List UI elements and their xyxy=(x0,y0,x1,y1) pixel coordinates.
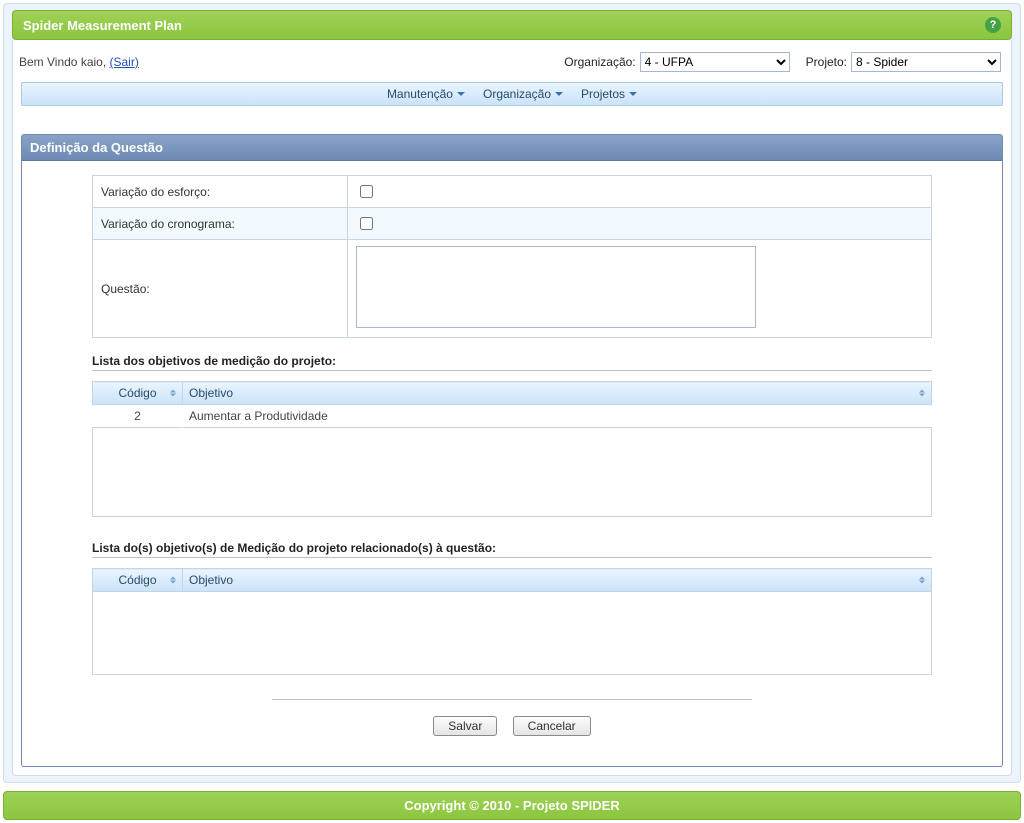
org-label: Organização: xyxy=(564,55,635,69)
divider xyxy=(272,699,752,700)
question-panel: Definição da Questão Variação do esforço… xyxy=(21,134,1003,767)
list1-body-pad xyxy=(92,427,932,517)
topline: Bem Vindo kaio, (Sair) Organização: 4 - … xyxy=(13,40,1011,82)
questao-textarea[interactable] xyxy=(356,246,756,328)
welcome-text: Bem Vindo kaio, (Sair) xyxy=(19,55,139,69)
divider xyxy=(92,557,932,558)
cronograma-checkbox[interactable] xyxy=(360,217,373,230)
list2-title: Lista do(s) objetivo(s) de Medição do pr… xyxy=(92,541,932,555)
sort-icon xyxy=(919,390,925,397)
col-codigo[interactable]: Código xyxy=(93,569,183,592)
proj-label: Projeto: xyxy=(806,55,847,69)
menu-manutencao[interactable]: Manutenção xyxy=(387,87,465,101)
menu-label: Projetos xyxy=(581,87,625,101)
menu-projetos[interactable]: Projetos xyxy=(581,87,637,101)
proj-select[interactable]: 8 - Spider xyxy=(851,52,1001,72)
cell-objetivo: Aumentar a Produtividade xyxy=(183,405,932,428)
list1-title: Lista dos objetivos de medição do projet… xyxy=(92,354,932,368)
menu-bar: Manutenção Organização Projetos xyxy=(21,82,1003,106)
chevron-down-icon xyxy=(629,92,637,96)
sort-icon xyxy=(919,577,925,584)
list2-table: Código Objetivo xyxy=(92,568,932,592)
chevron-down-icon xyxy=(457,92,465,96)
table-row[interactable]: 2 Aumentar a Produtividade xyxy=(93,405,932,428)
form-table: Variação do esforço: Variação do cronogr… xyxy=(92,175,932,338)
footer: Copyright © 2010 - Projeto SPIDER xyxy=(3,791,1021,820)
cancel-button[interactable]: Cancelar xyxy=(513,716,591,736)
sort-icon xyxy=(170,577,176,584)
divider xyxy=(92,370,932,371)
logout-link[interactable]: (Sair) xyxy=(110,55,139,69)
app-frame: Spider Measurement Plan ? Bem Vindo kaio… xyxy=(3,3,1021,783)
cell-codigo: 2 xyxy=(93,405,183,428)
app-title: Spider Measurement Plan xyxy=(23,18,182,33)
app-header: Spider Measurement Plan ? xyxy=(12,10,1012,40)
form-row2-label: Variação do cronograma: xyxy=(93,208,348,240)
content-area: Bem Vindo kaio, (Sair) Organização: 4 - … xyxy=(12,40,1012,776)
form-row1-label: Variação do esforço: xyxy=(93,176,348,208)
list2-body-pad xyxy=(92,591,932,675)
col-objetivo[interactable]: Objetivo xyxy=(183,569,932,592)
menu-label: Organização xyxy=(483,87,551,101)
panel-title: Definição da Questão xyxy=(22,135,1002,161)
form-row3-label: Questão: xyxy=(93,240,348,338)
list1-table: Código Objetivo 2 Aumentar a xyxy=(92,381,932,428)
esforco-checkbox[interactable] xyxy=(360,185,373,198)
org-select[interactable]: 4 - UFPA xyxy=(640,52,790,72)
sort-icon xyxy=(170,390,176,397)
help-icon[interactable]: ? xyxy=(985,17,1001,33)
col-objetivo[interactable]: Objetivo xyxy=(183,382,932,405)
menu-label: Manutenção xyxy=(387,87,453,101)
action-row: Salvar Cancelar xyxy=(92,716,932,746)
col-codigo[interactable]: Código xyxy=(93,382,183,405)
panel-body: Variação do esforço: Variação do cronogr… xyxy=(22,161,1002,766)
chevron-down-icon xyxy=(555,92,563,96)
menu-organizacao[interactable]: Organização xyxy=(483,87,563,101)
welcome-prefix: Bem Vindo kaio, xyxy=(19,55,110,69)
save-button[interactable]: Salvar xyxy=(433,716,497,736)
